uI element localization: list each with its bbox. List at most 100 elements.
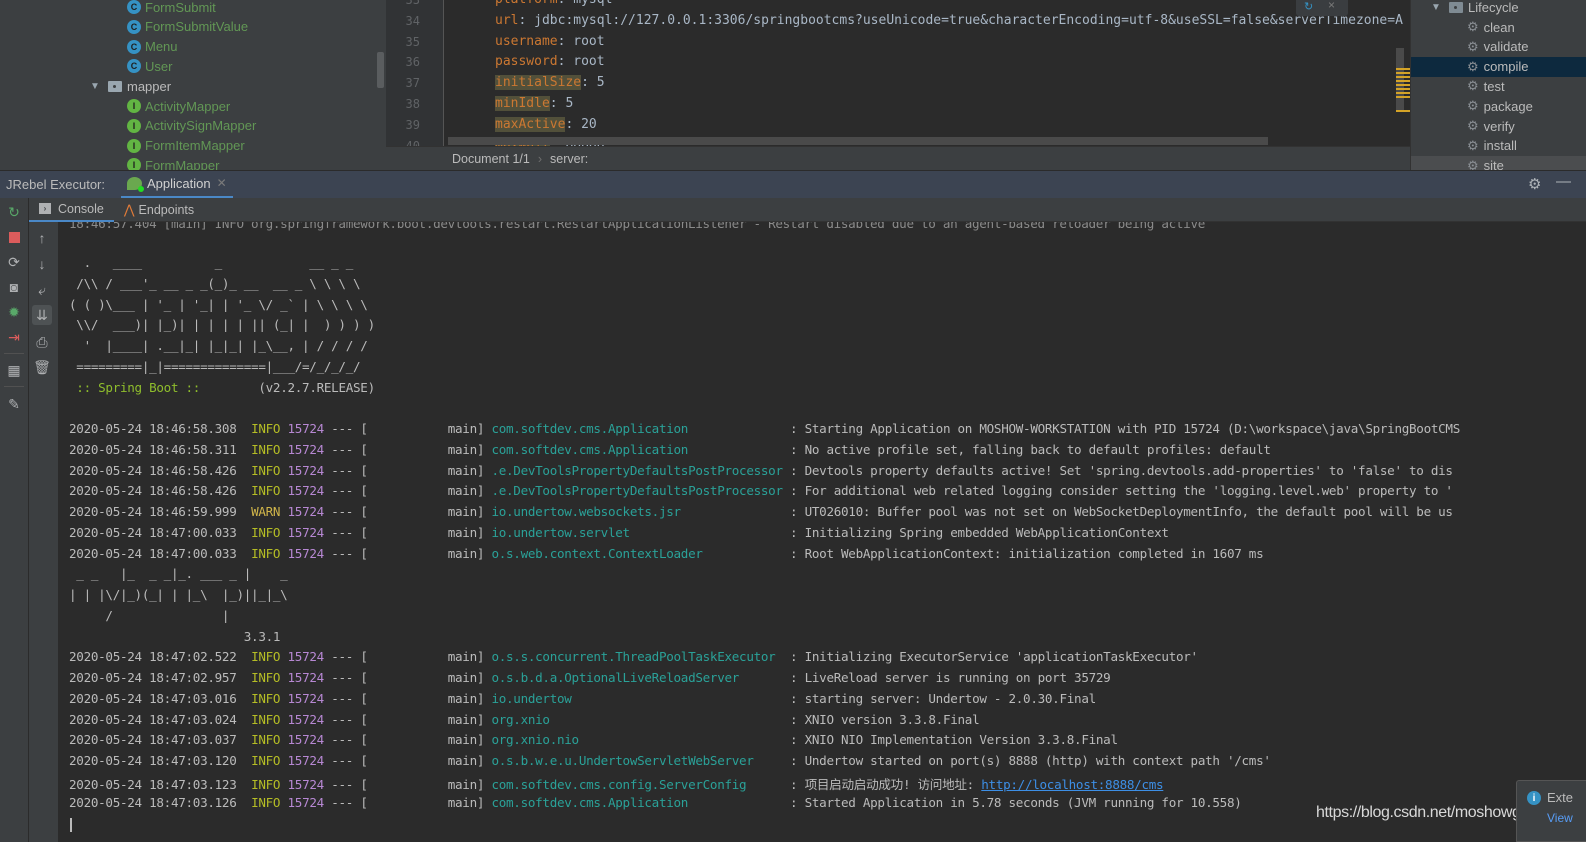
minimize-icon[interactable]: —: [1556, 173, 1571, 190]
tree-item[interactable]: I ActivityMapper: [127, 96, 230, 116]
tab-console[interactable]: › Console: [29, 198, 114, 222]
rerun-icon[interactable]: ↻: [4, 202, 24, 222]
pin-icon[interactable]: ✎: [4, 394, 24, 414]
maven-lifecycle-group[interactable]: ▼ Lifecycle: [1411, 0, 1586, 17]
maven-goal-install[interactable]: ⚙ install: [1411, 136, 1586, 156]
notification-balloon[interactable]: i Exte View: [1516, 780, 1586, 842]
log-logger: o.s.b.d.a.OptionalLiveReloadServer: [491, 670, 740, 686]
log-timestamp: 2020-05-24 18:47:03.123: [69, 776, 237, 792]
debug-attach-icon[interactable]: ✹: [4, 302, 24, 322]
layout-icon[interactable]: ▦: [4, 360, 24, 380]
log-line: 2020-05-24 18:47:03.016 INFO 15724 --- […: [69, 690, 1096, 706]
restart-icon[interactable]: ⟳: [4, 252, 24, 272]
log-timestamp: 2020-05-24 18:47:02.522: [69, 649, 237, 665]
project-tree-scrollbar[interactable]: [377, 52, 384, 88]
breadcrumb: Document 1/1 › server:: [386, 146, 1410, 170]
highlight-marker: [1396, 76, 1410, 78]
maven-goal-validate[interactable]: ⚙ validate: [1411, 37, 1586, 57]
console-subtabs: › Console ⋀ Endpoints: [29, 198, 1586, 222]
maven-goal-clean[interactable]: ⚙ clean: [1411, 17, 1586, 37]
maven-goal-package[interactable]: ⚙ package: [1411, 96, 1586, 116]
log-thread: main: [447, 483, 477, 499]
exit-icon[interactable]: ⇥: [4, 327, 24, 347]
stop-icon[interactable]: [4, 227, 24, 247]
log-level: INFO: [251, 649, 281, 665]
close-icon[interactable]: ✕: [217, 176, 227, 190]
soft-wrap-icon[interactable]: ⤶: [32, 280, 52, 300]
code-line[interactable]: maxActive: 20: [495, 116, 597, 132]
log-logger: com.softdev.cms.config.ServerConfig: [491, 776, 747, 792]
highlight-marker: [1396, 68, 1410, 70]
code-line[interactable]: username: root: [495, 34, 605, 49]
log-line: 2020-05-24 18:47:03.126 INFO 15724 --- […: [69, 794, 1242, 810]
trash-icon[interactable]: 🗑: [32, 357, 52, 377]
log-line: 2020-05-24 18:47:03.024 INFO 15724 --- […: [69, 711, 980, 727]
log-pid: 15724: [287, 545, 325, 561]
code-line[interactable]: platform: mysql: [495, 0, 612, 7]
breadcrumb-document[interactable]: Document 1/1: [452, 152, 530, 166]
log-pid: 15724: [287, 524, 325, 540]
mybatis-banner-line: _ _ |_ _ _|_. ___ _ | _: [69, 566, 288, 582]
log-level: INFO: [251, 441, 281, 457]
print-icon[interactable]: ⎙: [32, 332, 52, 352]
gear-icon: ⚙: [1467, 38, 1479, 54]
tree-item-label: mapper: [127, 78, 172, 94]
log-timestamp: 2020-05-24 18:47:03.037: [69, 732, 237, 748]
gear-icon[interactable]: ⚙: [1528, 175, 1541, 193]
arrow-up-icon[interactable]: ↑: [32, 228, 52, 248]
yaml-key: platform: [495, 0, 558, 7]
reload-icon[interactable]: ↻: [1304, 0, 1313, 13]
maven-goal-test[interactable]: ⚙ test: [1411, 76, 1586, 96]
spring-banner-line: /\\ / ___'_ __ _ _(_)_ __ __ _ \ \ \ \: [69, 275, 361, 291]
tree-item[interactable]: I FormItemMapper: [127, 136, 245, 156]
scroll-to-end-icon[interactable]: ⇊: [32, 305, 52, 325]
close-icon[interactable]: ×: [1328, 0, 1335, 12]
tree-item[interactable]: C Menu: [127, 37, 178, 57]
log-link[interactable]: http://localhost:8888/cms: [981, 777, 1163, 792]
reload-popup[interactable]: ↻ ×: [1296, 0, 1348, 16]
code-line[interactable]: minIdle: 5: [495, 96, 573, 111]
console-output[interactable]: 18:46:57.404 [main] INFO org.springframe…: [58, 222, 1586, 842]
maven-goal-label: site: [1483, 158, 1504, 170]
maven-panel: ▼ Lifecycle ⚙ clean ⚙ validate ⚙ compile ⚙ test ⚙ p…: [1410, 0, 1586, 170]
line-number: 36: [405, 55, 420, 70]
log-pid: 15724: [287, 776, 325, 792]
maven-goal-label: validate: [1483, 39, 1529, 55]
expand-arrow-icon[interactable]: ▼: [90, 81, 108, 92]
tree-item[interactable]: ▼ mapper: [90, 76, 171, 96]
camera-icon[interactable]: ◙: [4, 277, 24, 297]
log-timestamp: 2020-05-24 18:47:03.120: [69, 753, 237, 769]
mybatis-banner-line: | | |\/|_)(_| | |_\ |_)||_|_\: [69, 587, 288, 603]
info-icon: i: [1527, 791, 1541, 805]
project-tree: C FormSubmit C FormSubmitValue C Menu C User ▼ ma…: [0, 0, 386, 170]
log-line: 2020-05-24 18:46:58.308 INFO 15724 --- […: [69, 421, 1460, 437]
code-line[interactable]: url: jdbc:mysql://127.0.0.1:3306/springb…: [495, 13, 1403, 28]
code-line[interactable]: password: root: [495, 54, 605, 69]
code-editor[interactable]: 3334353637383940 platform: mysqlurl: jdb…: [386, 0, 1410, 170]
maven-goal-compile[interactable]: ⚙ compile: [1411, 56, 1586, 77]
maven-goal-verify[interactable]: ⚙ verify: [1411, 116, 1586, 136]
tree-item[interactable]: C FormSubmitValue: [127, 17, 248, 37]
editor-horizontal-scrollbar[interactable]: [448, 137, 1268, 145]
tab-application[interactable]: Application ✕: [121, 171, 233, 199]
maven-goal-site[interactable]: ⚙ site: [1411, 155, 1586, 170]
run-actions-toolbar: ↻ ⟳ ◙ ✹ ⇥ ▦ ✎: [0, 198, 29, 842]
log-thread: main: [447, 670, 477, 686]
arrow-down-icon[interactable]: ↓: [32, 254, 52, 274]
log-message: XNIO NIO Implementation Version 3.3.8.Fi…: [804, 732, 1118, 748]
code-line[interactable]: initialSize: 5: [495, 75, 605, 91]
notification-link[interactable]: View: [1547, 811, 1573, 825]
log-message: For additional web related logging consi…: [804, 483, 1453, 499]
tree-item[interactable]: I FormMapper: [127, 155, 219, 170]
tree-item[interactable]: I ActivitySignMapper: [127, 116, 256, 136]
maven-goal-label: verify: [1483, 118, 1515, 134]
tree-item[interactable]: C FormSubmit: [127, 0, 216, 17]
log-message: UT026010: Buffer pool was not set on Web…: [804, 504, 1453, 520]
log-message: Devtools property defaults active! Set '…: [804, 462, 1453, 478]
tree-item[interactable]: C User: [127, 56, 172, 76]
log-thread: main: [447, 690, 477, 706]
spring-boot-version: (v2.2.7.RELEASE): [207, 379, 375, 395]
breadcrumb-path[interactable]: server:: [550, 152, 588, 166]
tab-endpoints[interactable]: ⋀ Endpoints: [114, 198, 204, 222]
expand-arrow-icon[interactable]: ▼: [1431, 2, 1449, 13]
